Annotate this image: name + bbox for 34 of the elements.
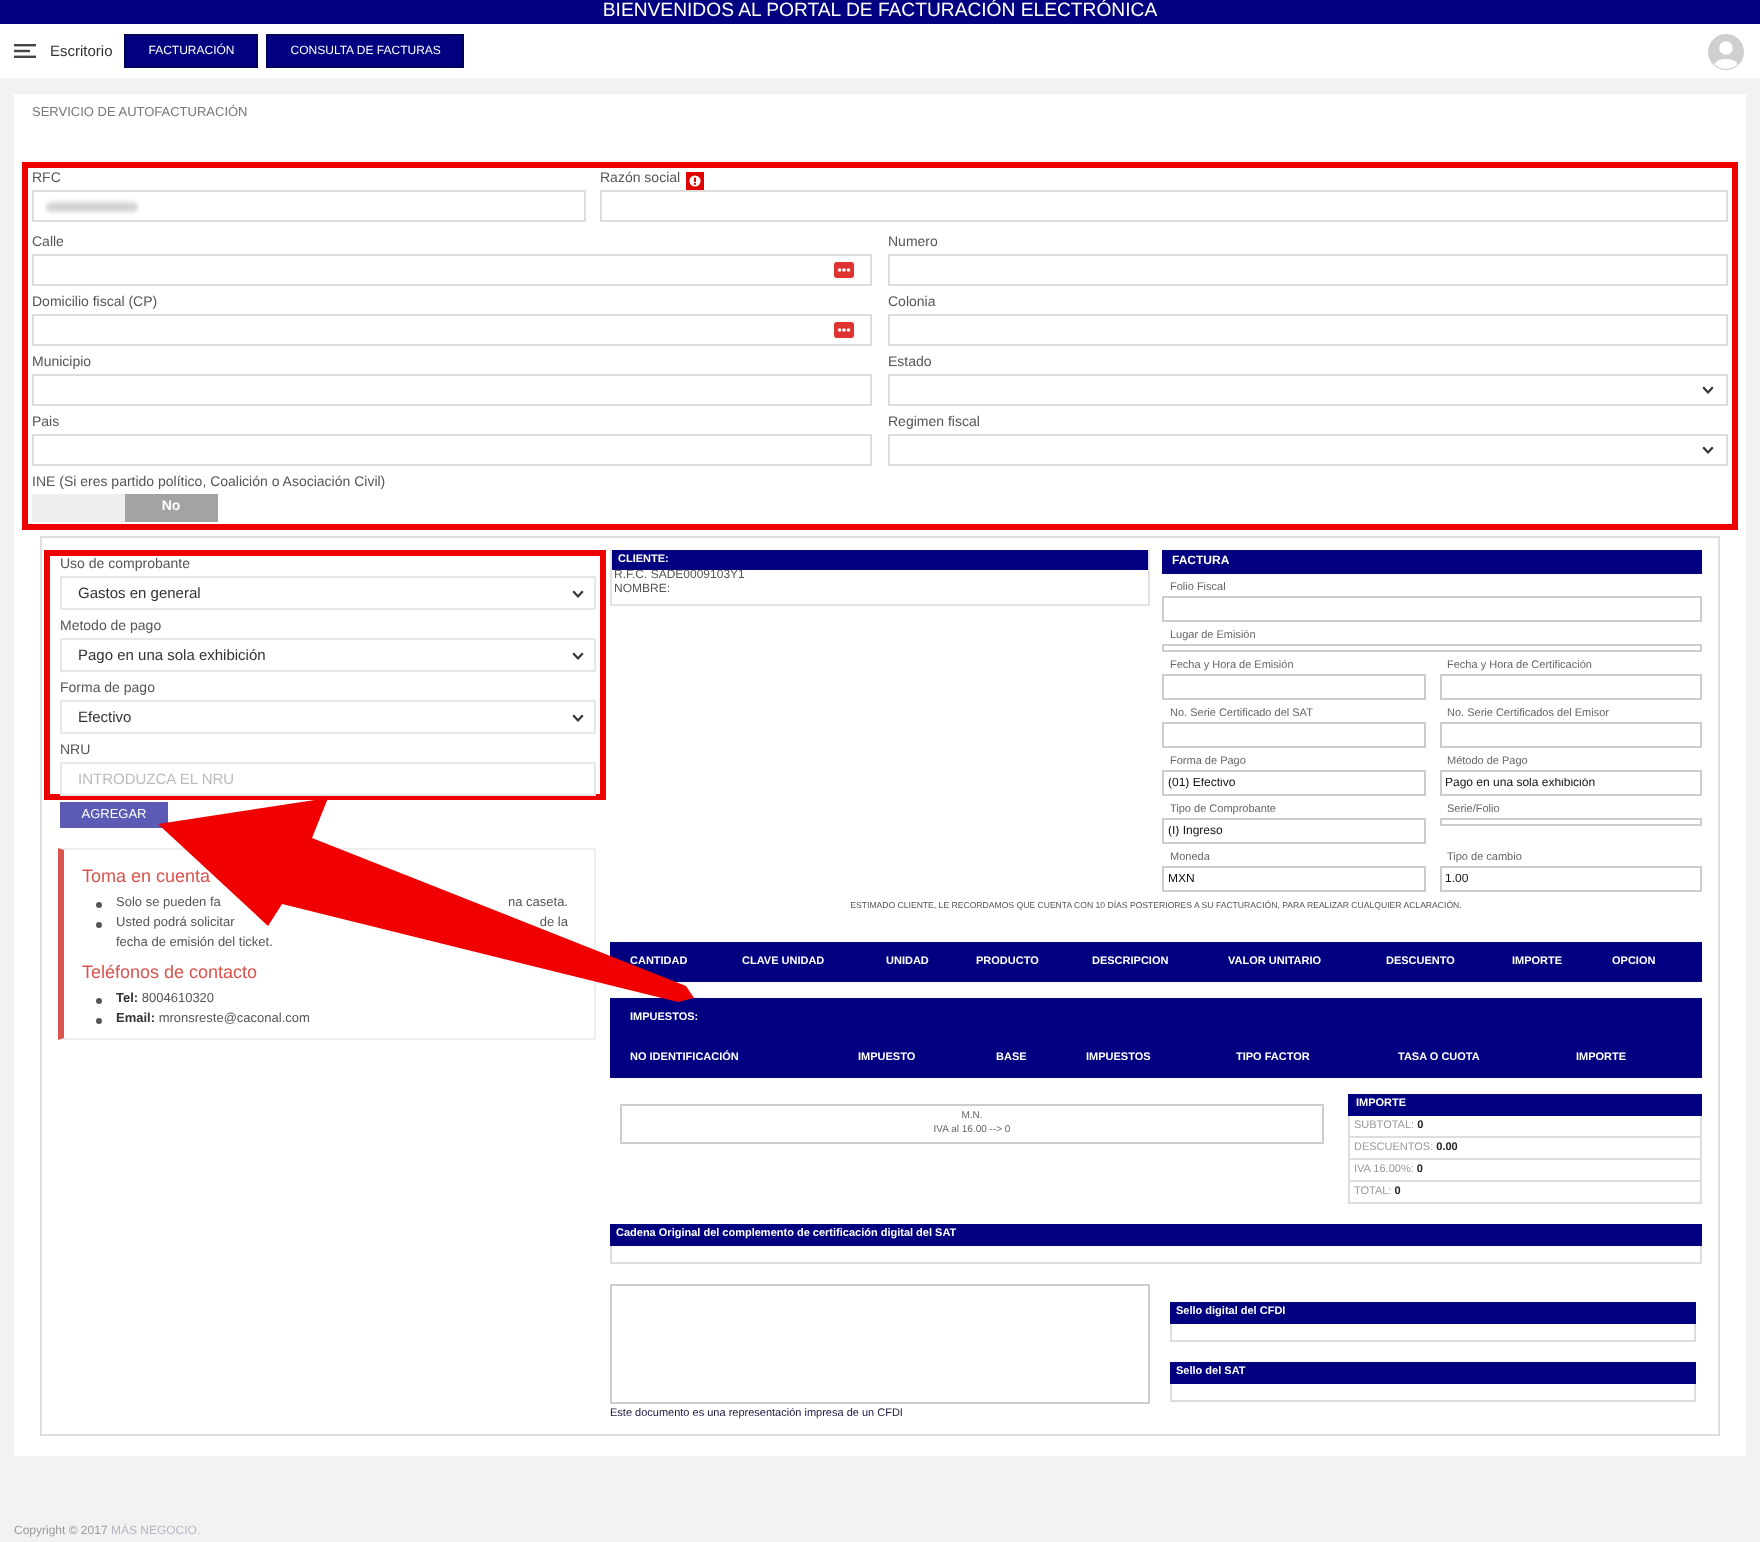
input-field[interactable] <box>32 254 872 286</box>
input-field[interactable] <box>32 190 586 222</box>
input-field[interactable] <box>888 254 1728 286</box>
bullet-icon <box>96 921 102 927</box>
bullet-icon <box>96 901 102 907</box>
input-field[interactable] <box>600 190 1728 222</box>
chevron-down-icon <box>572 589 584 597</box>
bullet-icon <box>96 1017 102 1023</box>
chevron-down-icon <box>1702 386 1714 394</box>
ellipsis-icon <box>834 322 854 338</box>
input-field[interactable] <box>32 434 872 466</box>
select-field[interactable] <box>888 434 1728 466</box>
input-field[interactable] <box>1162 722 1425 748</box>
portal-heading: BIENVENIDOS AL PORTAL DE FACTURACIÓN ELECTRÓNICA <box>602 0 1158 24</box>
input-field[interactable] <box>1439 722 1702 748</box>
input-field[interactable] <box>1162 644 1702 652</box>
menu-icon[interactable] <box>14 44 36 58</box>
input-field[interactable] <box>1439 818 1702 826</box>
input-field[interactable] <box>32 374 872 406</box>
input-field[interactable] <box>1162 674 1425 700</box>
input-field[interactable] <box>888 314 1728 346</box>
contact-title: Teléfonos de contacto <box>82 962 258 984</box>
chevron-down-icon <box>572 651 584 659</box>
input-field[interactable] <box>32 314 872 346</box>
chevron-down-icon <box>1702 446 1714 454</box>
blurred-value-icon <box>46 201 138 211</box>
notice-title: Toma en cuenta <box>82 866 211 888</box>
select-field[interactable] <box>888 374 1728 406</box>
avatar-icon[interactable] <box>1708 33 1744 69</box>
bullet-icon <box>96 997 102 1003</box>
input-field[interactable] <box>1162 596 1702 622</box>
chevron-down-icon <box>572 713 584 721</box>
ellipsis-icon <box>834 262 854 278</box>
input-field[interactable] <box>1439 674 1702 700</box>
